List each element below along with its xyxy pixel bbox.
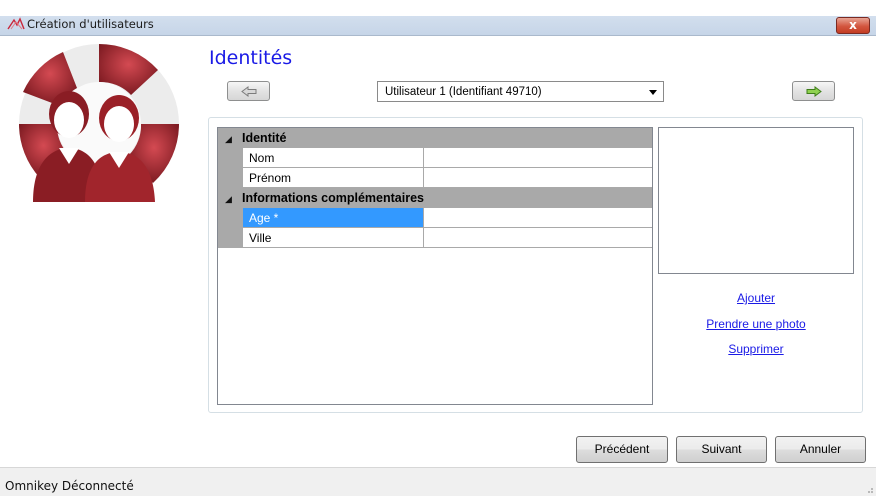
- property-name: Prénom: [243, 168, 424, 188]
- resize-grip-icon[interactable]: [863, 483, 873, 493]
- lifebuoy-users-logo: [19, 44, 179, 202]
- page-title: Identités: [209, 47, 293, 69]
- property-name: Ville: [243, 228, 424, 248]
- arrow-left-icon: [241, 86, 257, 97]
- app-icon: [7, 17, 25, 30]
- status-text: Omnikey Déconnecté: [5, 479, 134, 493]
- row-gutter: [218, 168, 243, 188]
- property-row-prenom[interactable]: Prénom: [218, 168, 652, 188]
- next-button[interactable]: Suivant: [676, 436, 767, 463]
- category-identite[interactable]: ◢ Identité: [218, 128, 652, 148]
- property-row-age[interactable]: Age *: [218, 208, 652, 228]
- user-select-value: Utilisateur 1 (Identifiant 49710): [385, 86, 542, 98]
- row-gutter: [218, 228, 243, 248]
- category-label: Informations complémentaires: [242, 191, 424, 205]
- title-bar: Création d'utilisateurs x: [0, 0, 876, 36]
- collapse-triangle-icon[interactable]: ◢: [225, 194, 232, 205]
- take-photo-link[interactable]: Prendre une photo: [706, 317, 805, 331]
- row-gutter: [218, 208, 243, 228]
- add-photo-link[interactable]: Ajouter: [737, 291, 775, 305]
- user-select-dropdown[interactable]: Utilisateur 1 (Identifiant 49710): [377, 81, 664, 102]
- property-value-nom[interactable]: [424, 148, 652, 168]
- title-bar-top: [0, 0, 876, 16]
- property-name: Age *: [243, 208, 424, 228]
- property-value-prenom[interactable]: [424, 168, 652, 188]
- property-value-age[interactable]: [424, 208, 652, 228]
- category-label: Identité: [242, 131, 287, 145]
- previous-button[interactable]: Précédent: [576, 436, 668, 463]
- arrow-right-icon: [806, 86, 822, 97]
- category-informations[interactable]: ◢ Informations complémentaires: [218, 188, 652, 208]
- property-name: Nom: [243, 148, 424, 168]
- property-grid[interactable]: ◢ Identité Nom Prénom ◢ Informations com…: [217, 127, 653, 405]
- window-title: Création d'utilisateurs: [27, 17, 154, 31]
- close-button[interactable]: x: [836, 17, 870, 34]
- property-row-nom[interactable]: Nom: [218, 148, 652, 168]
- row-gutter: [218, 148, 243, 168]
- close-icon: x: [849, 18, 857, 32]
- property-value-ville[interactable]: [424, 228, 652, 248]
- delete-photo-link[interactable]: Supprimer: [728, 342, 783, 356]
- previous-user-button[interactable]: [227, 81, 270, 101]
- photo-preview: [658, 127, 854, 274]
- chevron-down-icon: [649, 90, 657, 95]
- cancel-button[interactable]: Annuler: [775, 436, 866, 463]
- collapse-triangle-icon[interactable]: ◢: [225, 134, 232, 145]
- next-user-button[interactable]: [792, 81, 835, 101]
- status-bar: Omnikey Déconnecté: [0, 467, 876, 496]
- property-row-ville[interactable]: Ville: [218, 228, 652, 248]
